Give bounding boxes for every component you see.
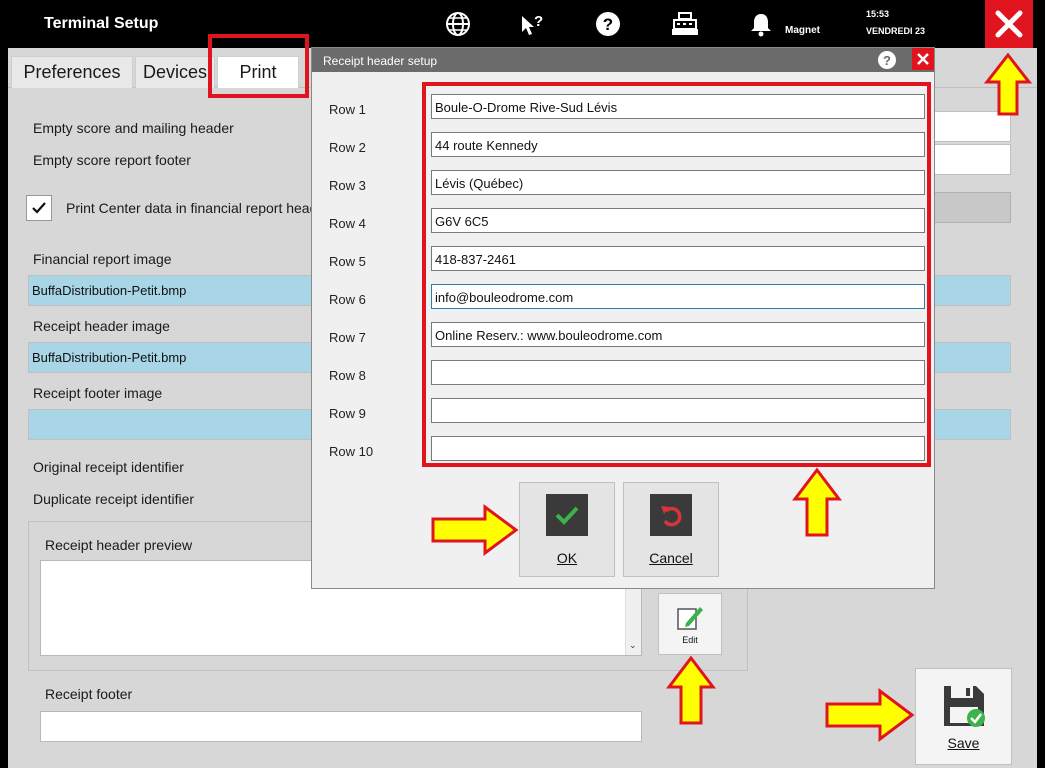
arrow-up-icon — [984, 52, 1032, 116]
empty-score-footer-label: Empty score report footer — [33, 152, 191, 168]
check-icon — [32, 202, 46, 214]
close-icon — [995, 10, 1023, 38]
arrow-right-icon — [825, 688, 915, 742]
financial-image-label: Financial report image — [33, 251, 172, 267]
edit-header-button[interactable]: Edit — [658, 593, 722, 655]
clock-time: 15:53 — [866, 9, 890, 19]
print-center-label: Print Center data in financial report he… — [66, 200, 318, 216]
rows-highlight-box — [422, 82, 931, 467]
save-icon — [943, 685, 985, 727]
row-1-label: Row 1 — [329, 102, 366, 117]
arrow-up-icon — [666, 655, 716, 725]
user-name: Magnet — [785, 25, 820, 36]
receipt-footer-image-label: Receipt footer image — [33, 385, 163, 401]
save-label: Save — [947, 734, 980, 751]
cancel-button[interactable]: Cancel — [623, 482, 719, 577]
duplicate-identifier-label: Duplicate receipt identifier — [33, 491, 195, 507]
tab-devices[interactable]: Devices — [135, 56, 215, 88]
arrow-right-icon — [431, 504, 519, 556]
receipt-header-preview-label: Receipt header preview — [45, 537, 193, 553]
clock-date: VENDREDI 23 — [866, 26, 926, 36]
row-6-label: Row 6 — [329, 292, 366, 307]
tab-preferences[interactable]: Preferences — [11, 56, 133, 88]
row-5-label: Row 5 — [329, 254, 366, 269]
ok-label: OK — [556, 549, 578, 566]
ok-button[interactable]: OK — [519, 482, 615, 577]
print-tab-highlight — [208, 34, 309, 98]
help-icon[interactable]: ? — [594, 10, 622, 38]
close-icon — [917, 53, 929, 65]
receipt-footer-label: Receipt footer — [45, 686, 133, 702]
receipt-header-image-label: Receipt header image — [33, 318, 170, 334]
row-9-label: Row 9 — [329, 406, 366, 421]
row-4-label: Row 4 — [329, 216, 366, 231]
svg-text:?: ? — [603, 15, 613, 34]
bell-icon[interactable] — [747, 10, 775, 38]
top-bar: Terminal Setup ? ? Magnet 15:53 VENDREDI… — [0, 0, 1045, 48]
dialog-help-icon[interactable]: ? — [878, 51, 896, 69]
scroll-down-icon[interactable]: ⌄ — [629, 640, 637, 651]
receipt-footer-field[interactable] — [40, 711, 642, 742]
pointer-help-icon[interactable]: ? — [518, 10, 546, 38]
arrow-up-icon — [792, 467, 842, 537]
close-app-button[interactable] — [985, 0, 1033, 48]
dialog-close-button[interactable] — [912, 48, 934, 70]
empty-score-header-label: Empty score and mailing header — [33, 120, 234, 136]
row-3-label: Row 3 — [329, 178, 366, 193]
dialog-title: Receipt header setup — [312, 48, 934, 72]
undo-icon — [650, 493, 692, 536]
cash-register-icon[interactable] — [671, 10, 699, 38]
save-button[interactable]: Save — [915, 668, 1012, 765]
print-center-checkbox[interactable] — [26, 195, 52, 221]
row-7-label: Row 7 — [329, 330, 366, 345]
edit-icon — [677, 607, 703, 630]
globe-icon[interactable] — [444, 10, 472, 38]
app-title: Terminal Setup — [44, 15, 159, 32]
svg-text:?: ? — [534, 13, 543, 30]
empty-score-footer-field[interactable] — [932, 144, 1011, 175]
check-icon — [546, 493, 588, 536]
original-identifier-label: Original receipt identifier — [33, 459, 184, 475]
row-10-label: Row 10 — [329, 444, 374, 459]
edit-label: Edit — [682, 635, 698, 645]
print-center-field — [932, 192, 1011, 223]
cancel-label: Cancel — [649, 549, 693, 566]
row-2-label: Row 2 — [329, 140, 366, 155]
row-8-label: Row 8 — [329, 368, 366, 383]
